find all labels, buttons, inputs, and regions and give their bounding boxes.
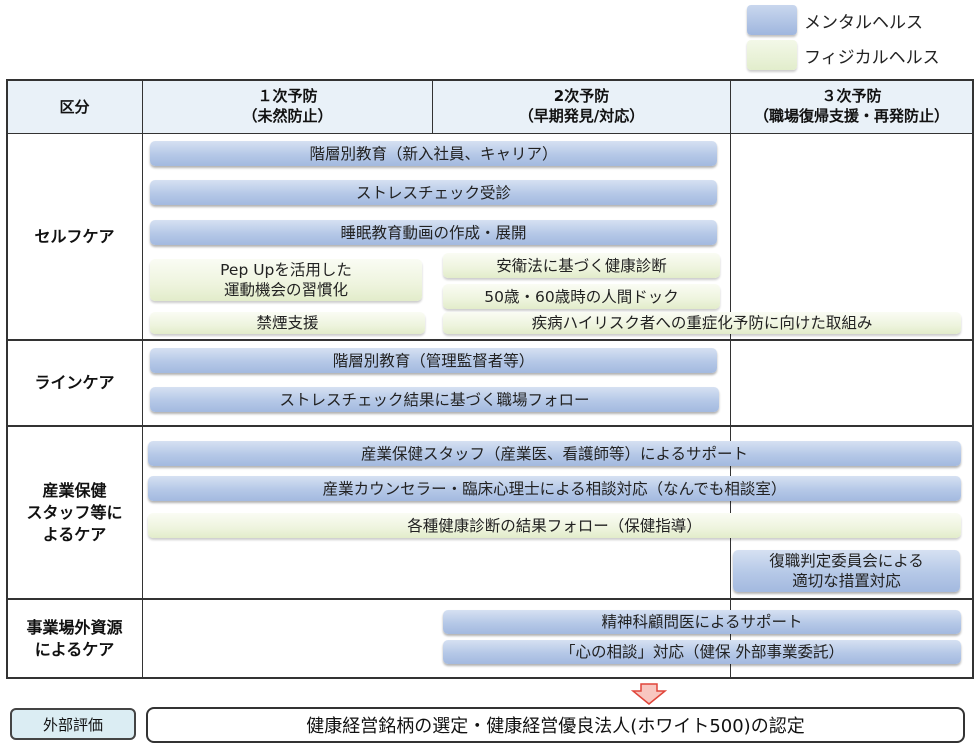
legend-label-mental: メンタルヘルス bbox=[804, 13, 923, 33]
external-evaluation-label: 外部評価 bbox=[10, 708, 136, 740]
header-tertiary-prevention: ３次予防 （職場復帰支援・再発防止） bbox=[731, 86, 972, 126]
bar-stress-check: ストレスチェック受診 bbox=[150, 180, 717, 205]
bar-tiered-education-new-staff: 階層別教育（新入社員、キャリア） bbox=[150, 141, 717, 166]
row-label-staff-care-line1: 産業保健 bbox=[42, 480, 107, 500]
row-label-line-care: ラインケア bbox=[34, 373, 115, 392]
bar-pepup-exercise: Pep Upを活用した 運動機会の習慣化 bbox=[150, 259, 422, 301]
header-primary-prevention: １次予防 （未然防止） bbox=[143, 86, 432, 126]
row-label-staff-care-line2: スタッフ等に bbox=[26, 502, 123, 522]
header-tertiary-title: ３次予防 bbox=[821, 87, 882, 105]
bar-checkup-follow: 各種健康診断の結果フォロー（保健指導） bbox=[148, 513, 961, 538]
header-secondary-subtitle: （早期発見/対応） bbox=[518, 107, 645, 125]
external-evaluation-text: 健康経営銘柄の選定・健康経営優良法人(ホワイト500)の認定 bbox=[146, 707, 965, 743]
legend-swatch-mental bbox=[747, 5, 797, 35]
row-label-staff-care: 産業保健 スタッフ等に よるケア bbox=[7, 427, 142, 598]
bar-pepup-line1: Pep Upを活用した bbox=[220, 261, 352, 279]
bar-staff-support: 産業保健スタッフ（産業医、看護師等）によるサポート bbox=[148, 441, 961, 466]
header-tertiary-subtitle: （職場復帰支援・再発防止） bbox=[753, 107, 949, 125]
header-primary-subtitle: （未然防止） bbox=[242, 107, 333, 125]
bar-return-to-work-committee: 復職判定委員会による 適切な措置対応 bbox=[733, 550, 960, 592]
row-label-external-resources: 事業場外資源 によるケア bbox=[7, 600, 142, 677]
legend-label-physical: フィジカルヘルス bbox=[804, 48, 940, 68]
header-secondary-title: 2次予防 bbox=[553, 87, 610, 105]
legend-swatch-physical bbox=[747, 40, 797, 70]
bar-pepup-line2: 運動機会の習慣化 bbox=[223, 281, 348, 299]
header-primary-title: １次予防 bbox=[257, 87, 318, 105]
bar-return-line1: 復職判定委員会による bbox=[769, 552, 924, 570]
bar-sleep-education-video: 睡眠教育動画の作成・展開 bbox=[150, 220, 717, 245]
bar-counselor-consultation: 産業カウンセラー・臨床心理士による相談対応（なんでも相談室） bbox=[148, 476, 961, 501]
header-category: 区分 bbox=[59, 97, 90, 116]
row-label-external-line2: によるケア bbox=[34, 639, 115, 659]
bar-high-risk-prevention: 疾病ハイリスク者への重症化予防に向けた取組み bbox=[443, 312, 961, 334]
row-label-self-care: セルフケア bbox=[34, 226, 115, 246]
row-label-external-line1: 事業場外資源 bbox=[26, 617, 123, 637]
bar-return-line2: 適切な措置対応 bbox=[792, 572, 901, 590]
bar-statutory-health-checkup: 安衛法に基づく健康診断 bbox=[443, 253, 720, 278]
row-label-staff-care-line3: よるケア bbox=[42, 524, 107, 544]
bar-tiered-education-managers: 階層別教育（管理監督者等） bbox=[150, 348, 717, 373]
bar-stress-check-follow: ストレスチェック結果に基づく職場フォロー bbox=[150, 387, 719, 412]
down-arrow-icon bbox=[631, 683, 667, 705]
bar-smoking-cessation: 禁煙支援 bbox=[150, 312, 425, 334]
bar-kokoro-consultation: 「心の相談」対応（健保 外部事業委託） bbox=[443, 640, 961, 664]
bar-human-dock: 50歳・60歳時の人間ドック bbox=[443, 284, 720, 309]
bar-psychiatrist-support: 精神科顧問医によるサポート bbox=[443, 610, 961, 634]
header-secondary-prevention: 2次予防 （早期発見/対応） bbox=[433, 86, 730, 126]
